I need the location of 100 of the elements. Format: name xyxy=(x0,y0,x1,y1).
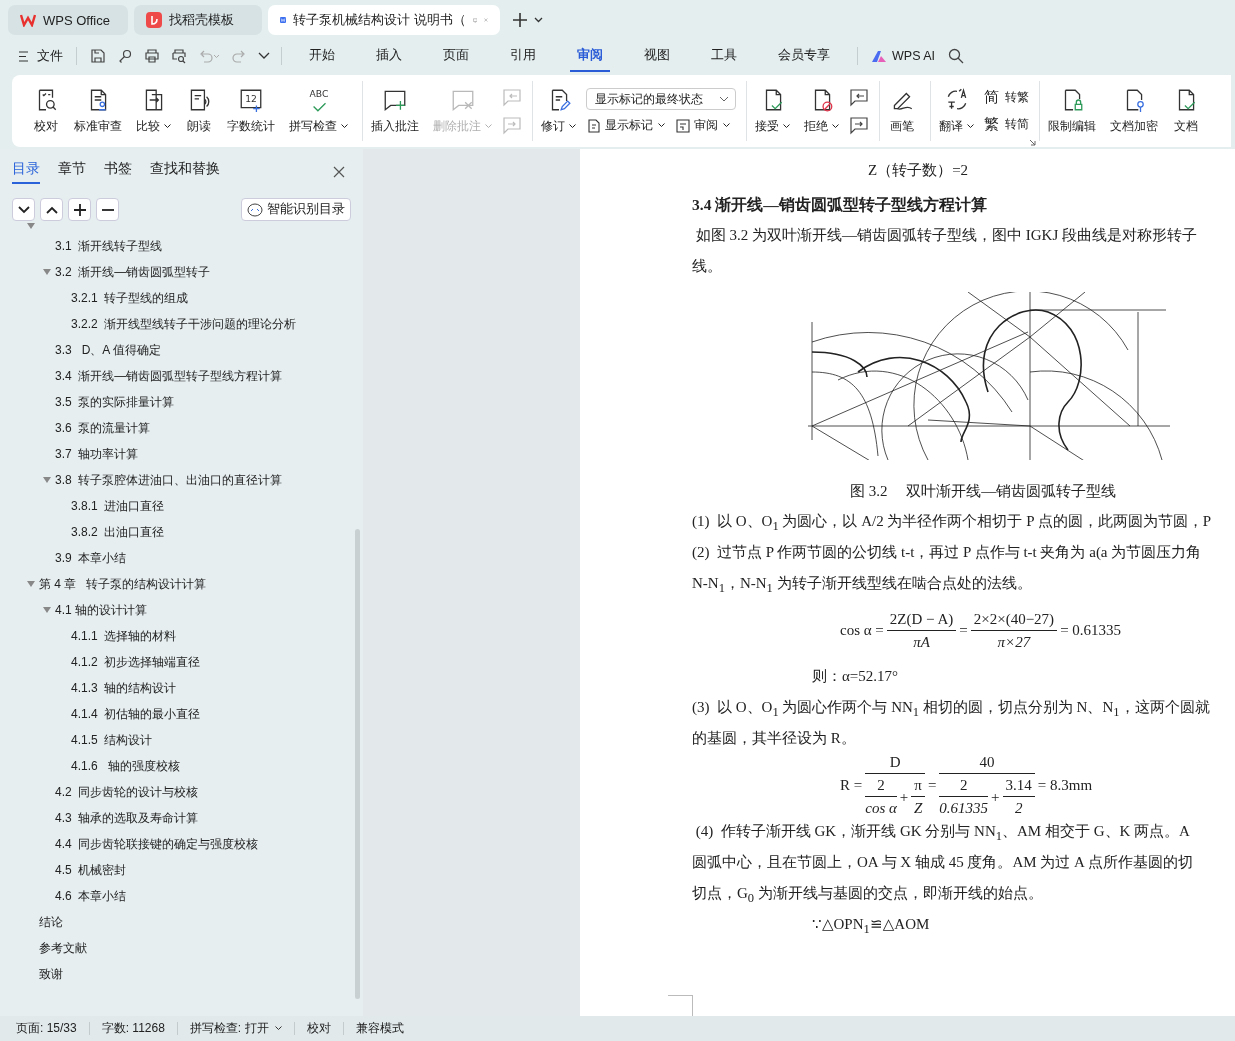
toc-entry[interactable]: 4.1.1 选择轴的材料 xyxy=(71,627,177,645)
encrypt-document-button[interactable]: 文档加密 xyxy=(1106,85,1162,137)
word-count-button[interactable]: 12 字数统计 xyxy=(223,85,279,137)
ribbon-tab[interactable]: 插入 xyxy=(369,40,409,72)
toc-entry[interactable]: 3.9 本章小结 xyxy=(55,549,127,567)
paragraph-line: (3) 以 O、O$_{1}$ 为圆心作两个与 NN$_{1}$ 相切的圆，切点分别为 N、N$_{1}$，这两个圆就 xyxy=(692,699,1210,715)
toc-entry[interactable]: 4.3 轴承的选取及寿命计算 xyxy=(55,809,199,827)
caret-icon[interactable] xyxy=(534,17,543,23)
paragraph-line: 的基圆，其半径设为 R。 xyxy=(692,730,856,746)
smart-toc-button[interactable]: 智能识别目录 xyxy=(241,198,351,221)
toc-entry[interactable]: 4.1.6 轴的强度校核 xyxy=(71,757,180,775)
figure-caption: 图 3.2 双叶渐开线—销齿圆弧转子型线 xyxy=(850,483,1117,499)
read-aloud-button[interactable]: 朗读 xyxy=(181,85,217,137)
new-tab-icon[interactable] xyxy=(512,12,528,28)
document-button[interactable]: 文档 xyxy=(1168,85,1204,137)
toc-entry[interactable]: 4.1.3 轴的结构设计 xyxy=(71,679,177,697)
toc-entry[interactable]: 参考文献 xyxy=(39,939,87,957)
toc-entry[interactable]: 3.8.1 进油口直径 xyxy=(71,497,165,515)
chevron-icon xyxy=(719,96,729,102)
toc-entry[interactable]: 3.5 泵的实际排量计算 xyxy=(55,393,175,411)
reject-button[interactable]: 拒绝 xyxy=(800,85,843,137)
ribbon-tab[interactable]: 会员专享 xyxy=(771,40,837,72)
toc-entry[interactable]: 4.1.5 结构设计 xyxy=(71,731,153,749)
ribbon-tab[interactable]: 工具 xyxy=(704,40,744,72)
toolbar-button[interactable]: 审阅 xyxy=(675,117,730,134)
paragraph-line: (4) 作转子渐开线 GK，渐开线 GK 分别与 NN$_{1}$、AM 相交于 G、K 两点。A xyxy=(694,823,1190,839)
toc-entry[interactable]: 4.6 本章小结 xyxy=(55,887,127,905)
toc-entry[interactable]: 3.8.2 出油口直径 xyxy=(71,523,165,541)
formula-line: 则：α=52.17° xyxy=(812,668,899,684)
ribbon-tab[interactable]: 视图 xyxy=(637,40,677,72)
remove-button[interactable] xyxy=(96,198,119,221)
expand-toggle-icon[interactable] xyxy=(43,477,51,483)
expand-toggle-icon[interactable] xyxy=(27,223,35,229)
spell-check-status-button[interactable]: 拼写检查: 打开 xyxy=(189,1020,282,1037)
search-icon[interactable] xyxy=(948,48,965,64)
paragraph-line: N-N$_{1}$，N-N$_{1}$ 为转子渐开线型线在啮合点处的法线。 xyxy=(692,575,1032,591)
standard-review-button[interactable]: 标准审查 xyxy=(70,85,126,137)
review-pane-icon xyxy=(675,117,691,134)
app-tab[interactable]: WPS Office xyxy=(8,5,128,35)
toc-entry[interactable]: 3.4 渐开线—销齿圆弧型转子型线方程计算 xyxy=(55,367,283,385)
markup-display-dropdown[interactable]: 显示标记的最终状态 xyxy=(586,88,736,110)
tab-title: WPS Office xyxy=(43,12,111,28)
file-menu-button[interactable]: 文件 xyxy=(19,47,63,65)
ribbon-tab[interactable]: 页面 xyxy=(436,40,476,72)
toc-entry[interactable]: 3.3 D、A 值得确定 xyxy=(55,341,162,359)
toolbar-button[interactable]: 显示标记 xyxy=(586,117,665,134)
pane-tab[interactable]: 章节 xyxy=(58,160,86,184)
toc-entry[interactable]: 3.2.1 转子型线的组成 xyxy=(71,289,189,307)
toc-entry[interactable]: 3.2 渐开线—销齿圆弧型转子 xyxy=(55,263,211,281)
add-button[interactable] xyxy=(68,198,91,221)
proofread-status-button[interactable]: 校对 xyxy=(306,1020,331,1037)
key-icon[interactable] xyxy=(117,48,133,64)
caret-icon[interactable] xyxy=(258,52,270,60)
caret-icon xyxy=(967,124,974,129)
toc-entry[interactable]: 3.6 泵的流量计算 xyxy=(55,419,151,437)
toc-entry[interactable]: 4.2 同步齿轮的设计与校核 xyxy=(55,783,199,801)
save-icon[interactable] xyxy=(90,48,106,64)
pane-tab[interactable]: 书签 xyxy=(104,160,132,184)
collapse-button[interactable] xyxy=(40,198,63,221)
toc-entry[interactable]: 3.2.2 渐开线型线转子干涉问题的理论分析 xyxy=(71,315,297,333)
toolbar-button[interactable]: 简 转繁 xyxy=(984,88,1029,107)
track-changes-button[interactable]: 修订 xyxy=(537,85,580,137)
toc-entry[interactable]: 3.8 转子泵腔体进油口、出油口的直径计算 xyxy=(55,471,283,489)
toc-entry[interactable]: 第 4 章 转子泵的结构设计计算 xyxy=(39,575,207,593)
proofread-button[interactable]: 校对 xyxy=(28,85,64,137)
print-icon[interactable] xyxy=(144,48,160,64)
toc-entry[interactable]: 4.1 轴的设计计算 xyxy=(55,601,147,619)
pane-tab[interactable]: 目录 xyxy=(12,160,40,184)
expand-toggle-icon[interactable] xyxy=(43,269,51,275)
compare-button[interactable]: 比较 xyxy=(132,85,175,137)
scrollbar-thumb[interactable] xyxy=(355,529,360,999)
toc-entry[interactable]: 3.1 渐开线转子型线 xyxy=(55,237,163,255)
dialog-launcher-icon[interactable] xyxy=(1029,139,1036,146)
expand-button[interactable] xyxy=(12,198,35,221)
toc-entry[interactable]: 致谢 xyxy=(39,965,63,983)
next-comment-icon[interactable] xyxy=(849,115,869,135)
restrict-editing-button[interactable]: 限制编辑 xyxy=(1044,85,1100,137)
spell-check-button[interactable]: ABC 拼写检查 xyxy=(285,85,352,137)
insert-comment-button[interactable]: 插入批注 xyxy=(367,85,423,137)
pen-button[interactable]: 画笔 xyxy=(884,85,920,137)
ribbon-tab[interactable]: 引用 xyxy=(503,40,543,72)
expand-toggle-icon[interactable] xyxy=(43,607,51,613)
ribbon-tab[interactable]: 审阅 xyxy=(570,40,610,72)
expand-toggle-icon[interactable] xyxy=(27,581,35,587)
toc-entry[interactable]: 4.5 机械密封 xyxy=(55,861,127,879)
app-tab[interactable]: 找稻壳模板 xyxy=(134,5,262,35)
toc-entry[interactable]: 4.1.4 初估轴的最小直径 xyxy=(71,705,201,723)
toc-entry[interactable]: 4.1.2 初步选择轴端直径 xyxy=(71,653,201,671)
close-icon[interactable] xyxy=(333,166,345,178)
toc-entry[interactable]: 结论 xyxy=(39,913,63,931)
print-preview-icon[interactable] xyxy=(171,48,187,64)
toolbar-button[interactable]: 繁 转简 xyxy=(984,115,1029,134)
previous-comment-icon[interactable] xyxy=(849,87,869,107)
translate-button[interactable]: 翻译 xyxy=(935,85,978,137)
ribbon-tab[interactable]: 开始 xyxy=(302,40,342,72)
toc-entry[interactable]: 4.4 同步齿轮联接键的确定与强度校核 xyxy=(55,835,259,853)
pane-tab[interactable]: 查找和替换 xyxy=(150,160,220,184)
toc-entry[interactable]: 3.7 轴功率计算 xyxy=(55,445,139,463)
accept-button[interactable]: 接受 xyxy=(751,85,794,137)
ai-button[interactable]: WPS AI xyxy=(871,49,936,63)
